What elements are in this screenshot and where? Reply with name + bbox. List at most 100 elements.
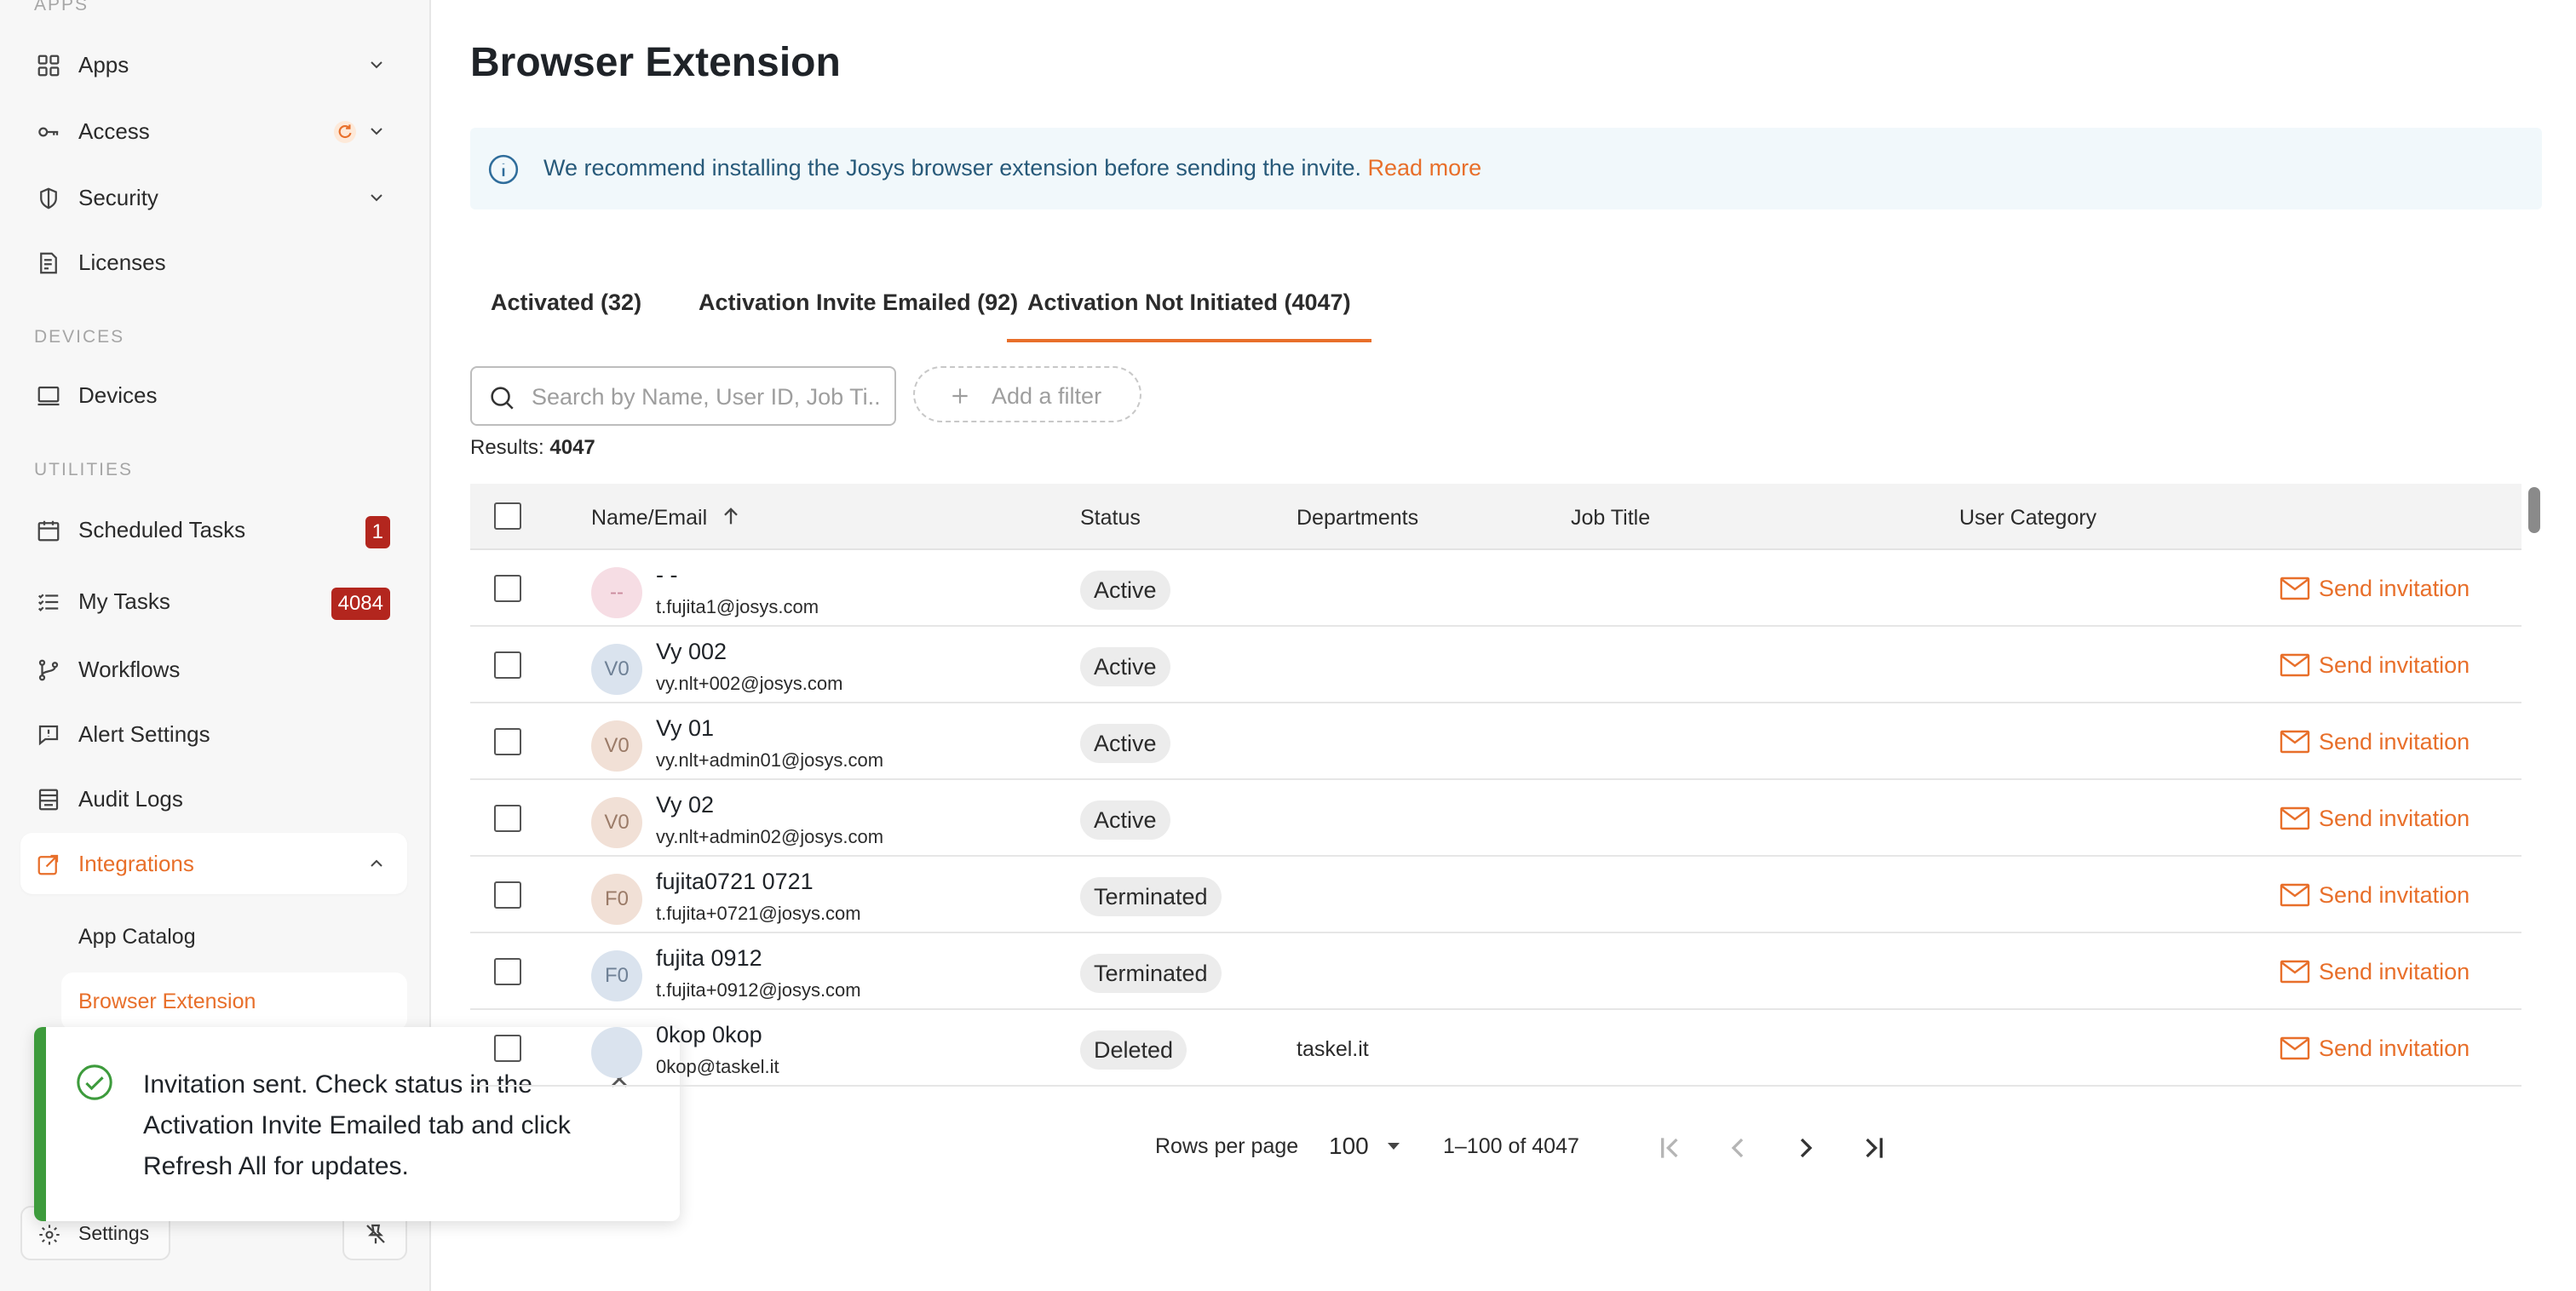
info-text: We recommend installing the Josys browse… (543, 155, 1481, 181)
sort-ascending-icon[interactable] (719, 504, 743, 528)
sidebar-item-devices[interactable]: Devices (20, 364, 407, 426)
row-checkbox[interactable] (494, 1035, 521, 1062)
sidebar-item-label: Security (78, 184, 158, 210)
sidebar-item-integrations[interactable]: Integrations (20, 833, 407, 894)
sidebar-subitem-browser-extension[interactable]: Browser Extension (61, 973, 407, 1030)
rows-per-page-select[interactable]: 100 (1329, 1133, 1369, 1160)
search-box[interactable] (470, 366, 896, 426)
table-row[interactable]: V0 Vy 02 vy.nlt+admin02@josys.com Active Sen… (470, 780, 2521, 857)
chevron-down-icon[interactable] (366, 55, 387, 75)
row-checkbox[interactable] (494, 805, 521, 832)
sidebar-item-alert-settings[interactable]: Alert Settings (20, 703, 407, 765)
add-filter-button[interactable]: Add a filter (913, 366, 1141, 422)
table-row[interactable]: V0 Vy 002 vy.nlt+002@josys.com Active Send i… (470, 627, 2521, 703)
user-email: vy.nlt+admin01@josys.com (656, 749, 884, 771)
mail-icon (2280, 883, 2310, 907)
avatar: V0 (591, 720, 642, 772)
search-icon (491, 387, 514, 410)
send-invitation-label: Send invitation (2319, 959, 2470, 984)
sidebar-item-apps[interactable]: Apps (20, 34, 407, 95)
last-page-icon[interactable] (1857, 1131, 1891, 1165)
tab-activation-not-initiated[interactable]: Activation Not Initiated (4047) (1007, 290, 1371, 342)
row-checkbox[interactable] (494, 728, 521, 755)
user-email: t.fujita+0912@josys.com (656, 979, 861, 1001)
column-label: Name/Email (591, 506, 708, 530)
mail-icon (2280, 1036, 2310, 1060)
sidebar-item-label: Access (78, 118, 150, 144)
mail-icon (2280, 577, 2310, 600)
table-row[interactable]: V0 Vy 01 vy.nlt+admin01@josys.com Active Sen… (470, 703, 2521, 780)
send-invitation-label: Send invitation (2319, 882, 2470, 908)
sidebar-item-workflows[interactable]: Workflows (20, 639, 407, 700)
rows-per-page-label: Rows per page (1155, 1134, 1299, 1158)
search-input[interactable] (532, 378, 881, 416)
sidebar-item-label: My Tasks (78, 588, 170, 614)
shield-icon (36, 186, 61, 211)
sidebar-item-access[interactable]: Access (20, 100, 407, 162)
previous-page-icon[interactable] (1721, 1131, 1755, 1165)
chevron-down-icon[interactable] (366, 187, 387, 208)
status-badge: Terminated (1080, 954, 1222, 993)
column-header-departments[interactable]: Departments (1297, 506, 1418, 531)
tab-activated[interactable]: Activated (32) (491, 290, 641, 342)
avatar: V0 (591, 644, 642, 695)
sidebar-item-label: Licenses (78, 249, 166, 275)
user-email: vy.nlt+admin02@josys.com (656, 826, 884, 847)
user-email: vy.nlt+002@josys.com (656, 673, 843, 694)
avatar (591, 1027, 642, 1078)
table-row[interactable]: -- - - t.fujita1@josys.com Active Send invit… (470, 550, 2521, 627)
add-filter-label: Add a filter (992, 383, 1102, 409)
table-row[interactable]: F0 fujita0721 0721 t.fujita+0721@josys.com… (470, 857, 2521, 933)
user-name: 0kop 0kop (656, 1022, 762, 1047)
chevron-up-icon[interactable] (366, 853, 387, 874)
column-header-user-category[interactable]: User Category (1959, 506, 2096, 531)
sidebar-item-label: Devices (78, 382, 158, 408)
table-scrollbar[interactable] (2528, 487, 2540, 533)
workflow-branch-icon (36, 657, 61, 683)
status-badge: Active (1080, 800, 1170, 840)
status-badge: Active (1080, 724, 1170, 763)
status-badge: Terminated (1080, 877, 1222, 916)
avatar: V0 (591, 797, 642, 848)
sync-status-icon (334, 121, 356, 143)
row-checkbox[interactable] (494, 881, 521, 909)
table-row[interactable]: 0kop 0kop 0kop@taskel.it Deleted taskel.it S… (470, 1010, 2521, 1087)
column-header-status[interactable]: Status (1080, 506, 1141, 531)
plus-icon (952, 388, 968, 404)
sidebar-item-licenses[interactable]: Licenses (20, 232, 407, 293)
main-content: Browser Extension We recommend installin… (431, 0, 2576, 1291)
avatar: F0 (591, 874, 642, 925)
license-document-icon (36, 250, 61, 276)
results-count: Results: 4047 (470, 436, 595, 460)
select-all-checkbox[interactable] (494, 502, 521, 530)
settings-label: Settings (78, 1221, 150, 1244)
sidebar-item-scheduled-tasks[interactable]: Scheduled Tasks 1 (20, 499, 407, 560)
audit-log-icon (36, 787, 61, 812)
chevron-down-icon[interactable] (366, 121, 387, 141)
send-invitation-label: Send invitation (2319, 806, 2470, 831)
row-checkbox[interactable] (494, 575, 521, 602)
row-checkbox[interactable] (494, 958, 521, 985)
gear-icon (39, 1225, 60, 1245)
read-more-link[interactable]: Read more (1368, 155, 1482, 181)
user-name: Vy 02 (656, 792, 715, 818)
sidebar-item-security[interactable]: Security (20, 167, 407, 228)
user-name: Vy 01 (656, 715, 715, 741)
sidebar-item-audit-logs[interactable]: Audit Logs (20, 768, 407, 829)
check-circle-icon (77, 1064, 112, 1100)
send-invitation-label: Send invitation (2319, 652, 2470, 678)
alert-message-icon (36, 722, 61, 748)
info-icon (488, 154, 519, 185)
caret-down-icon[interactable] (1385, 1139, 1402, 1153)
column-header-job-title[interactable]: Job Title (1571, 506, 1650, 531)
row-checkbox[interactable] (494, 651, 521, 679)
section-label-utilities: UTILITIES (34, 460, 134, 479)
sidebar-subitem-app-catalog[interactable]: App Catalog (61, 908, 407, 966)
tab-activation-invite-emailed[interactable]: Activation Invite Emailed (92) (699, 290, 1018, 342)
sidebar-item-my-tasks[interactable]: My Tasks 4084 (20, 571, 407, 632)
status-badge: Deleted (1080, 1030, 1187, 1070)
table-row[interactable]: F0 fujita 0912 t.fujita+0912@josys.com Term… (470, 933, 2521, 1010)
column-header-name-email[interactable]: Name/Email (591, 506, 738, 531)
next-page-icon[interactable] (1789, 1131, 1823, 1165)
first-page-icon[interactable] (1653, 1131, 1687, 1165)
